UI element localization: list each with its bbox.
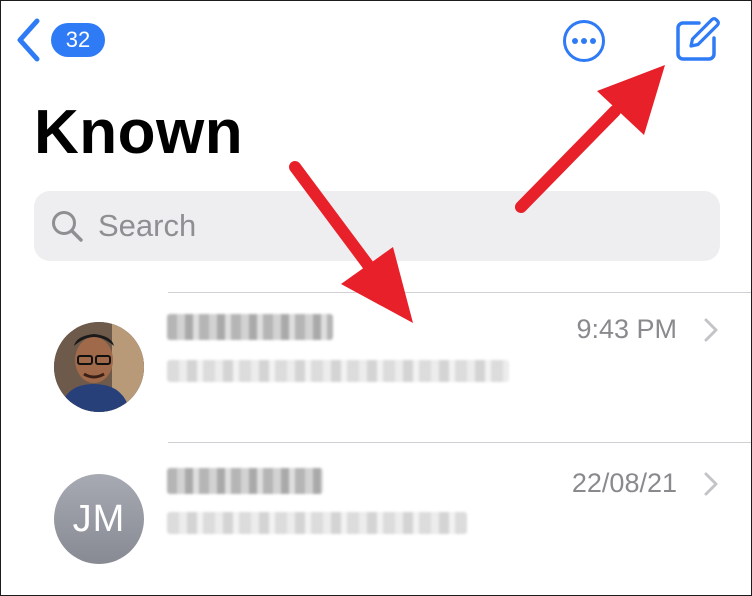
search-bar[interactable] [34, 191, 720, 261]
message-time: 22/08/21 [571, 468, 677, 498]
back-button[interactable]: 32 [15, 15, 105, 65]
conversation-row[interactable]: JM 22/08/21 [1, 442, 751, 592]
avatar [54, 322, 144, 412]
conversation-row[interactable]: 9:43 PM [1, 292, 751, 442]
chevron-right-icon [704, 318, 718, 342]
chevron-right-icon [704, 472, 718, 496]
contact-name-redacted [167, 314, 333, 340]
app-window: 32 Known Search 9:43 PM JM 22/08/21 [0, 0, 752, 596]
contact-name-redacted [167, 468, 323, 494]
search-input[interactable] [96, 207, 700, 245]
page-title: Known [34, 98, 244, 167]
avatar: JM [54, 474, 144, 564]
ellipsis-circle-icon[interactable] [562, 19, 606, 63]
message-time: 9:43 PM [576, 314, 677, 344]
arrow-to-compose-icon [515, 65, 665, 213]
compose-icon[interactable] [671, 14, 723, 66]
chevron-left-icon [17, 18, 40, 62]
message-preview-redacted [167, 360, 509, 382]
avatar-photo [54, 322, 144, 412]
message-preview-redacted [167, 512, 467, 534]
search-icon [52, 211, 83, 242]
unread-count-badge: 32 [51, 23, 105, 57]
